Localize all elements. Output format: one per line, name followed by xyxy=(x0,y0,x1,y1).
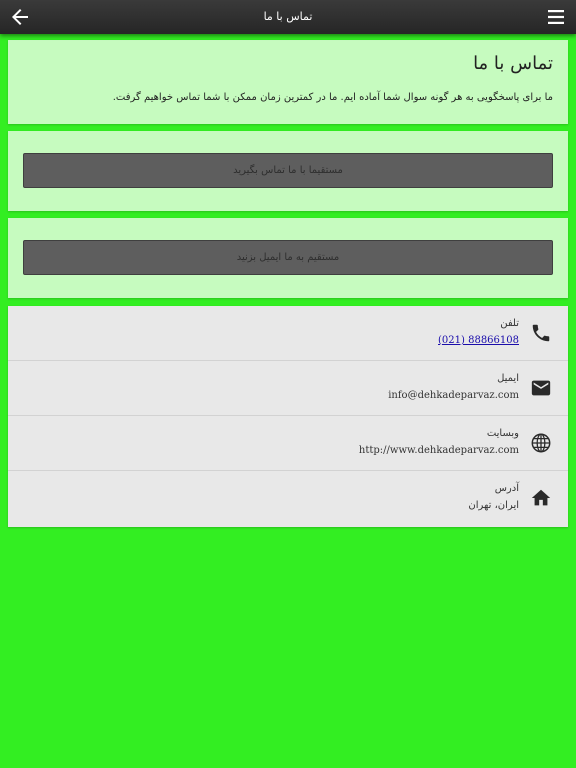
intro-card: تماس با ما ما برای پاسخگویی به هر گونه س… xyxy=(8,40,568,124)
address-value: ایران، تهران xyxy=(468,500,519,511)
email-value: info@dehkadeparvaz.com xyxy=(388,390,519,401)
website-value: http://www.dehkadeparvaz.com xyxy=(358,445,519,456)
address-label: آدرس xyxy=(494,483,519,494)
hamburger-menu-icon xyxy=(548,10,564,24)
page-title: تماس با ما xyxy=(263,10,313,23)
list-item-phone[interactable]: تلفن (021) 88866108 xyxy=(8,306,568,361)
email-button[interactable]: مستقیم به ما ایمیل بزنید xyxy=(23,240,553,275)
email-label: ایمیل xyxy=(497,373,519,384)
website-label: وبسایت xyxy=(486,428,519,439)
contact-info-list: تلفن (021) 88866108 ایمیل info@dehkadepa… xyxy=(8,306,568,527)
top-app-bar: تماس با ما xyxy=(0,0,576,34)
list-item-address[interactable]: آدرس ایران، تهران xyxy=(8,471,568,527)
phone-link[interactable]: (021) 88866108 xyxy=(438,335,519,346)
phone-icon xyxy=(532,324,550,342)
mail-icon xyxy=(531,380,551,396)
list-item-email[interactable]: ایمیل info@dehkadeparvaz.com xyxy=(8,361,568,416)
intro-title: تماس با ما xyxy=(473,53,553,74)
globe-icon xyxy=(531,433,551,453)
email-card: مستقیم به ما ایمیل بزنید xyxy=(8,218,568,298)
call-button[interactable]: مستقیما با ما تماس بگیرید xyxy=(23,153,553,188)
intro-text: ما برای پاسخگویی به هر گونه سوال شما آما… xyxy=(112,92,553,103)
phone-value: (021) 88866108 xyxy=(438,335,519,346)
list-item-website[interactable]: وبسایت http://www.dehkadeparvaz.com xyxy=(8,416,568,471)
phone-label: تلفن xyxy=(500,318,519,329)
menu-button[interactable] xyxy=(546,7,566,27)
home-icon xyxy=(531,489,551,506)
call-card: مستقیما با ما تماس بگیرید xyxy=(8,131,568,211)
